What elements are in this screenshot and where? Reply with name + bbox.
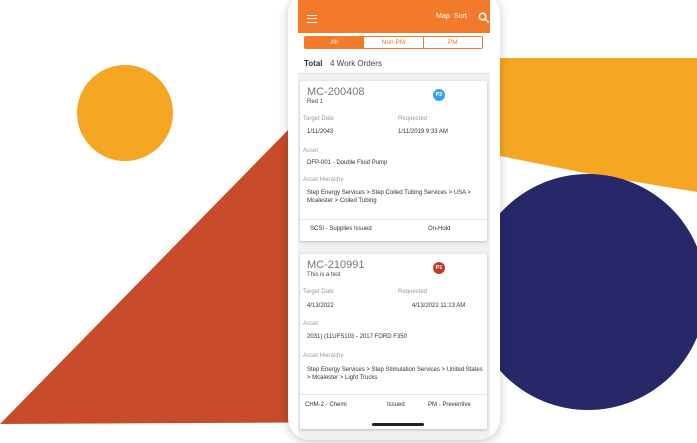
- decorative-orange-arc: [480, 58, 697, 192]
- asset-label: Asset: [303, 148, 319, 154]
- search-icon[interactable]: [478, 12, 489, 23]
- work-order-number: MC-210991: [307, 259, 365, 271]
- map-button[interactable]: Map: [436, 13, 450, 20]
- hamburger-menu-icon[interactable]: [307, 15, 317, 23]
- asset-hierarchy-value: Step Energy Services > Step Coiled Tubin…: [307, 190, 471, 204]
- priority-badge: P2: [433, 89, 445, 101]
- sort-button[interactable]: Sort: [454, 13, 467, 20]
- work-order-filter: All Non PM PM: [304, 36, 483, 49]
- asset-hierarchy-label: Asset Hierachy: [303, 177, 344, 183]
- work-order-card[interactable]: MC-210991 This is a test P1 Target Date …: [300, 254, 487, 429]
- card-footer-status: Issued: [387, 402, 405, 408]
- app-screen: Map Sort All Non PM PM Total 4 Work Orde…: [298, 0, 490, 440]
- target-date-value: 4/13/2022: [307, 303, 334, 309]
- target-date-label: Target Date: [303, 289, 335, 295]
- requested-value: 1/11/2019 9:33 AM: [398, 129, 448, 135]
- work-order-count: 4 Work Orders: [330, 59, 382, 68]
- requested-label: Requested: [398, 116, 428, 122]
- requested-label: Requested: [398, 289, 428, 295]
- phone-frame: Map Sort All Non PM PM Total 4 Work Orde…: [288, 0, 500, 440]
- home-indicator: [372, 423, 424, 426]
- target-date-label: Target Date: [303, 116, 335, 122]
- decorative-navy-circle: [470, 174, 697, 410]
- card-divider: [300, 219, 487, 220]
- asset-value: DFP-001 - Double Fluid Pump: [307, 160, 388, 166]
- asset-hierarchy-label: Asset Hierachy: [303, 353, 344, 359]
- work-order-number: MC-200408: [307, 86, 365, 98]
- asset-hierarchy-value: Step Energy Services > Step Stimulation …: [307, 367, 483, 381]
- requested-value: 4/13/2022 11:13 AM: [412, 303, 466, 309]
- asset-label: Asset: [303, 321, 319, 327]
- filter-bar: All Non PM PM: [298, 33, 490, 53]
- decorative-orange-circle: [77, 65, 173, 161]
- work-order-description: Red 1: [307, 99, 324, 105]
- card-footer-code: CHM-2 - Chemi: [305, 402, 347, 408]
- asset-value: 2031) (11UFS103 - 2017 FORD F350: [307, 334, 407, 340]
- tab-non-pm[interactable]: Non PM: [363, 37, 422, 48]
- card-footer-state: On-Hold: [428, 226, 451, 232]
- total-summary: Total 4 Work Orders: [298, 53, 490, 74]
- priority-badge: P1: [433, 262, 445, 274]
- tab-all[interactable]: All: [305, 37, 364, 48]
- app-bar: Map Sort: [298, 0, 490, 33]
- card-footer-status: SCSI - Supplies Issued: [310, 226, 372, 232]
- tab-pm[interactable]: PM: [422, 37, 482, 48]
- target-date-value: 1/11/2043: [307, 129, 334, 135]
- work-order-card[interactable]: MC-200408 Red 1 P2 Target Date Requested…: [300, 81, 487, 241]
- total-label: Total: [304, 59, 323, 68]
- card-divider: [300, 394, 487, 395]
- work-order-description: This is a test: [307, 272, 341, 278]
- card-footer-type: PM - Preventive: [428, 402, 471, 408]
